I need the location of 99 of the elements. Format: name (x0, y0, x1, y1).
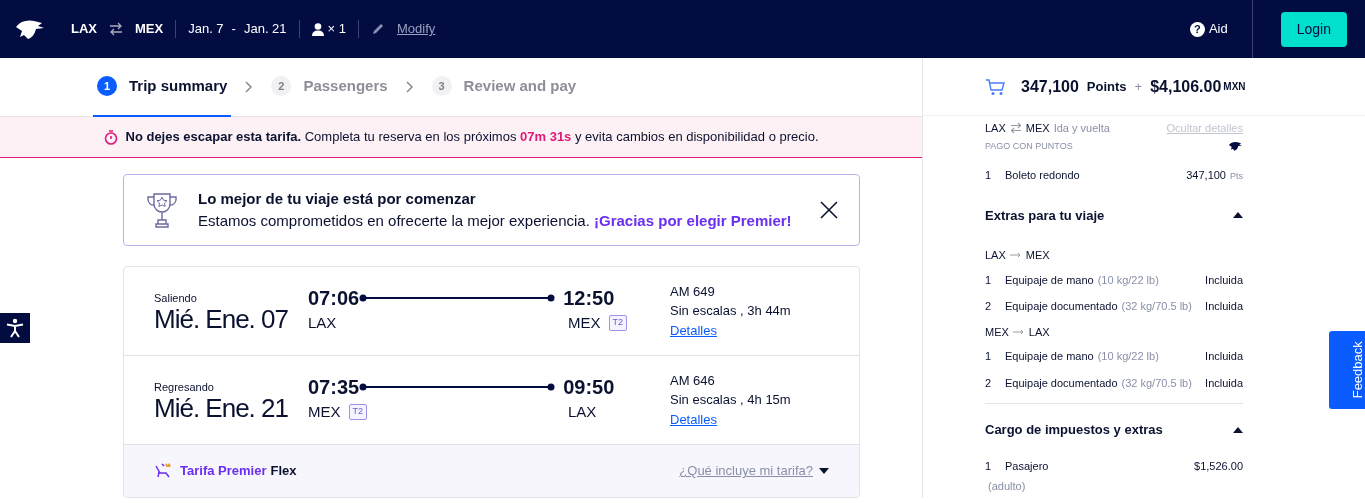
item-value: Incluida (1205, 272, 1243, 288)
arrow-icon (1009, 252, 1022, 259)
route-code: LAX (1028, 324, 1050, 340)
date-text: Jan. 21 (243, 20, 287, 39)
arrival-time: 09:50 (563, 376, 615, 397)
promo-title: Lo mejor de tu viaje está por comenzar (198, 188, 477, 209)
item-name: Pasajero (1005, 458, 1049, 474)
accessibility-button[interactable] (0, 313, 30, 343)
trophy-icon (144, 190, 180, 230)
item-name: Equipaje documentado (1005, 375, 1118, 391)
date-text: Jan. 7 (188, 20, 224, 39)
feedback-tab[interactable]: Feedback (1329, 331, 1365, 409)
item-name: Equipaje documentado (1005, 299, 1118, 314)
alert-text: No dejes escapar esta tarifa. Completa tu reserva en los próximos 07m 31s y evita cambios en disponibilidad o precio. (125, 128, 819, 147)
origin-code: LAX (71, 20, 97, 39)
airport-code: MEX (308, 401, 341, 422)
person-icon (311, 22, 324, 36)
step-tab[interactable]: 3 Review and pay (427, 57, 581, 117)
help-link[interactable]: Aid (1208, 19, 1228, 39)
modify-link[interactable]: Modify (397, 19, 436, 39)
flight-info: Sin escalas , 3h 44m (670, 302, 791, 321)
fare-name: Tarifa Premier (180, 462, 267, 481)
item-note: (32 kg/70.5 lb) (1121, 299, 1192, 314)
item-value: $1,526.00 (1194, 458, 1243, 474)
step-number: 2 (271, 76, 292, 96)
chevron-icon (405, 81, 414, 93)
route-code: MEX (1025, 248, 1050, 263)
flight-number: AM 649 (670, 282, 716, 301)
direction-label: Regresando (154, 379, 215, 395)
item-value: 347,100 (1186, 168, 1226, 183)
chevron-icon (245, 81, 254, 93)
route-code: MEX (1025, 121, 1050, 136)
promo-text: Estamos comprometidos en ofrecerte la mejor experiencia. ¡Gracias por elegir Premier! (198, 211, 793, 231)
points-total: 347,100 (1021, 76, 1079, 97)
pencil-icon (371, 22, 386, 36)
airport-code: LAX (568, 401, 597, 422)
airport-code: LAX (308, 312, 337, 333)
unit-label: Pts (1230, 170, 1243, 183)
airport-code: MEX (568, 312, 601, 333)
item-name: Boleto redondo (1005, 168, 1080, 183)
close-icon[interactable] (819, 200, 839, 220)
flight-number: AM 646 (670, 371, 716, 390)
trip-type: Ida y vuelta (1053, 121, 1110, 136)
arrow-icon (1012, 328, 1025, 335)
flight-info: Sin escalas , 4h 15m (670, 391, 791, 410)
item-value: Incluida (1205, 299, 1243, 314)
quantity: 1 (985, 272, 993, 288)
stopwatch-icon (103, 129, 118, 145)
arrival-time: 12:50 (563, 287, 615, 308)
points-label: Points (1086, 77, 1127, 96)
seat-icon (154, 463, 172, 479)
item-note: (adulto) (988, 479, 1027, 494)
quantity: 1 (985, 349, 993, 364)
payment-label: PAGO CON PUNTOS (985, 139, 1073, 153)
route-code: LAX (985, 121, 1006, 136)
item-name: Equipaje de mano (1005, 272, 1094, 288)
departure-time: 07:06 (308, 287, 360, 308)
item-note: (10 kg/22 lb) (1097, 349, 1159, 364)
quantity: 2 (985, 299, 993, 314)
fare-info-link[interactable]: ¿Qué incluye mi tarifa? (679, 461, 813, 481)
flight-date: Mié. Ene. 07 (154, 306, 289, 333)
caret-up-icon[interactable] (1233, 426, 1243, 433)
terminal-badge: T2 (348, 404, 368, 420)
section-title: Extras para tu viaje (985, 206, 1105, 225)
swap-icon (1009, 122, 1022, 135)
cart-icon (985, 77, 1005, 96)
amount-total: $4,106.00 (1150, 76, 1222, 97)
passenger-count: × 1 (327, 20, 347, 39)
quantity: 1 (985, 458, 993, 474)
item-name: Equipaje de mano (1005, 349, 1094, 364)
fare-class-label: Flex (270, 462, 297, 481)
item-value: Incluida (1205, 375, 1243, 391)
details-link[interactable]: Detalles (670, 322, 717, 338)
details-link[interactable]: Detalles (670, 411, 717, 427)
step-number: 1 (97, 76, 117, 96)
destination-code: MEX (135, 20, 164, 39)
login-button[interactable]: Login (1280, 11, 1347, 47)
caret-down-icon[interactable] (819, 468, 829, 474)
caret-up-icon[interactable] (1233, 212, 1243, 219)
flight-date: Mié. Ene. 21 (154, 395, 289, 422)
swap-icon (109, 22, 123, 36)
section-title: Cargo de impuestos y extras (985, 421, 1163, 439)
step-tab[interactable]: 2 Passengers (267, 57, 392, 117)
route-code: MEX (985, 324, 1009, 340)
item-note: (10 kg/22 lb) (1097, 272, 1159, 288)
date-separator: - (231, 20, 236, 39)
eagle-logo (1228, 140, 1243, 153)
help-icon[interactable]: ? (1189, 21, 1205, 37)
quantity: 1 (985, 168, 993, 183)
currency-code: MXN (1223, 80, 1246, 94)
item-value: Incluida (1205, 349, 1243, 364)
route-code: LAX (985, 248, 1006, 263)
direction-label: Saliendo (154, 290, 198, 306)
plus-sign: + (1134, 77, 1143, 96)
departure-time: 07:35 (308, 376, 360, 397)
item-note: (32 kg/70.5 lb) (1121, 375, 1192, 391)
step-number: 3 (431, 76, 452, 96)
terminal-badge: T2 (608, 315, 628, 331)
quantity: 2 (985, 375, 993, 391)
